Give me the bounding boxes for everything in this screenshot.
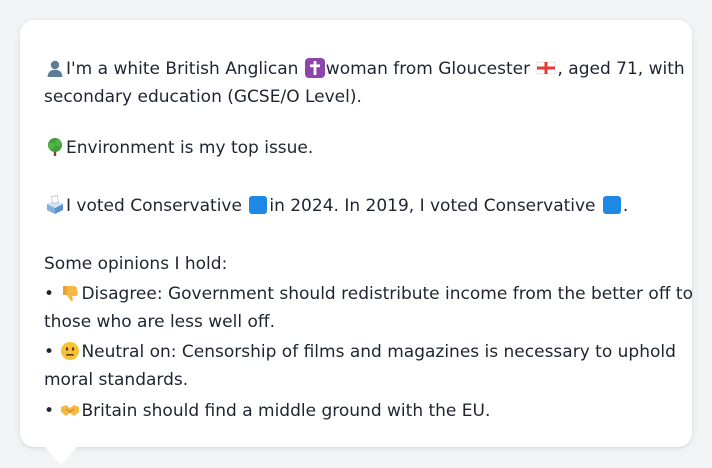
opinion-item: • Britain should find a middle ground wi… (44, 400, 491, 421)
opinions-heading: Some opinions I hold: (44, 254, 228, 274)
blue-square-icon (248, 195, 268, 215)
thumbs-down-icon (60, 283, 80, 303)
speech-bubble-tail (44, 446, 78, 465)
opinion-item-continued: moral standards. (44, 370, 189, 390)
latin-cross-icon (304, 58, 325, 78)
person-silhouette-icon (45, 58, 65, 78)
opinion-item: • Disagree: Government should redistribu… (44, 283, 693, 304)
vote-line: I voted Conservative in 2024. In 2019, I… (44, 195, 628, 216)
england-flag-icon (536, 58, 556, 78)
blue-square-icon (602, 195, 622, 215)
handshake-icon (60, 400, 80, 420)
deciduous-tree-icon (45, 137, 65, 157)
intro-line-1: I'm a white British Anglican woman from … (44, 58, 685, 79)
intro-line-2: secondary education (GCSE/O Level). (44, 87, 362, 107)
neutral-face-icon (60, 341, 80, 361)
persona-card: I'm a white British Anglican woman from … (20, 20, 693, 447)
opinion-item: • Neutral on: Censorship of films and ma… (44, 341, 676, 362)
ballot-box-icon (45, 195, 65, 215)
top-issue-line: Environment is my top issue. (44, 137, 313, 158)
opinion-item-continued: those who are less well off. (44, 312, 275, 332)
